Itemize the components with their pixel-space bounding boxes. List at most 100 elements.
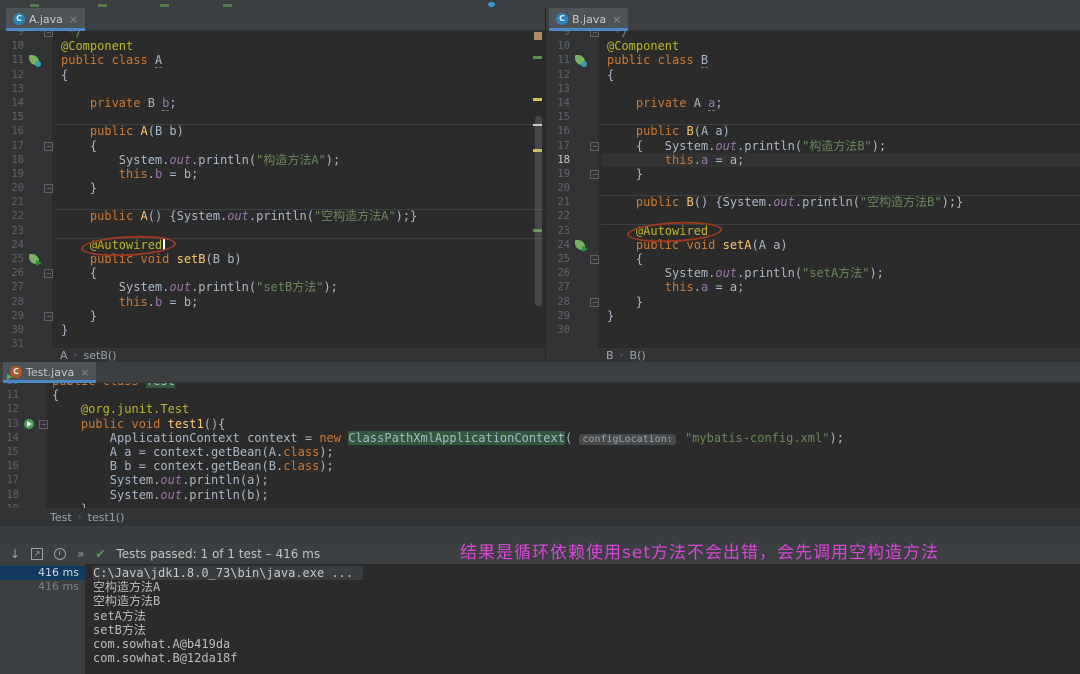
- tab-b-java[interactable]: B.java ×: [549, 8, 629, 31]
- scrollbar-thumb[interactable]: [535, 116, 542, 306]
- code-text[interactable]: public B() {System.out.println("空构造方法B")…: [601, 195, 1080, 209]
- code-text[interactable]: public A() {System.out.println("空构造方法A")…: [55, 209, 545, 223]
- breadcrumb-class[interactable]: Test: [50, 511, 72, 524]
- code-line[interactable]: 12 @org.junit.Test: [0, 402, 1080, 416]
- code-text[interactable]: private A a;: [601, 95, 1080, 111]
- code-text[interactable]: @Autowired: [601, 224, 1080, 238]
- code-line[interactable]: 31: [0, 337, 545, 348]
- more-icon[interactable]: »: [77, 548, 84, 560]
- stripe-marker[interactable]: [533, 98, 542, 101]
- code-line[interactable]: 17 {: [0, 139, 545, 153]
- code-line[interactable]: 13: [0, 82, 545, 96]
- code-line[interactable]: 11 {: [0, 388, 1080, 402]
- code-text[interactable]: [55, 195, 545, 209]
- code-line[interactable]: 10 @Component: [0, 39, 545, 53]
- code-text[interactable]: }: [601, 295, 1080, 309]
- code-line[interactable]: 20: [546, 181, 1080, 195]
- code-text[interactable]: public class B: [601, 53, 1080, 69]
- code-text[interactable]: public void test1(){: [46, 417, 1080, 431]
- close-tab-icon[interactable]: ×: [69, 13, 78, 26]
- code-line[interactable]: 9 */: [0, 31, 545, 39]
- code-line[interactable]: 25 {: [546, 252, 1080, 266]
- code-line[interactable]: 20 }: [0, 181, 545, 195]
- fold-marker-icon[interactable]: [44, 31, 53, 37]
- test-tree-row[interactable]: 416 ms: [0, 566, 85, 581]
- code-line[interactable]: 15 A a = context.getBean(A.class);: [0, 445, 1080, 459]
- code-line[interactable]: 27 System.out.println("setB方法");: [0, 280, 545, 294]
- stripe-marker[interactable]: [533, 56, 542, 59]
- code-text[interactable]: [55, 224, 545, 238]
- scrollbar-error-stripe[interactable]: [531, 31, 545, 348]
- tab-test-java[interactable]: Test.java ×: [3, 362, 97, 383]
- code-text[interactable]: public class A: [55, 53, 545, 69]
- code-line[interactable]: 18 System.out.println(b);: [0, 488, 1080, 502]
- code-line[interactable]: 16 B b = context.getBean(B.class);: [0, 459, 1080, 473]
- code-text[interactable]: @Autowired: [55, 238, 545, 252]
- code-line[interactable]: 25 public void setB(B b): [0, 252, 545, 266]
- code-line[interactable]: 30: [546, 323, 1080, 337]
- spring-bean-autowired-icon[interactable]: [575, 239, 588, 252]
- code-line[interactable]: 10 @Component: [546, 39, 1080, 53]
- code-text[interactable]: private B b;: [55, 95, 545, 111]
- code-line[interactable]: 19 this.b = b;: [0, 167, 545, 181]
- fold-marker-icon[interactable]: [44, 184, 53, 194]
- code-line[interactable]: 12 {: [546, 68, 1080, 82]
- code-text[interactable]: System.out.println("构造方法A");: [55, 153, 545, 167]
- code-line[interactable]: 21 public B() {System.out.println("空构造方法…: [546, 195, 1080, 209]
- code-line[interactable]: 22 public A() {System.out.println("空构造方法…: [0, 209, 545, 223]
- code-line[interactable]: 29}: [546, 309, 1080, 323]
- code-text[interactable]: this.b = b;: [55, 295, 545, 309]
- code-text[interactable]: }: [55, 309, 545, 323]
- code-line[interactable]: 18 System.out.println("构造方法A");: [0, 153, 545, 167]
- code-line[interactable]: 9 */: [546, 31, 1080, 39]
- code-line[interactable]: 22: [546, 209, 1080, 223]
- code-text[interactable]: System.out.println(b);: [46, 488, 1080, 502]
- code-editor-test[interactable]: 10public class Test11{12 @org.junit.Test…: [0, 383, 1080, 508]
- fold-marker-icon[interactable]: [590, 141, 599, 151]
- fold-marker-icon[interactable]: [44, 141, 53, 151]
- code-text[interactable]: @org.junit.Test: [46, 402, 1080, 416]
- code-text[interactable]: this.a = a;: [601, 280, 1080, 294]
- code-text[interactable]: @Component: [55, 39, 545, 53]
- code-line[interactable]: 15: [546, 110, 1080, 124]
- code-text[interactable]: [601, 209, 1080, 223]
- run-test-icon[interactable]: [24, 418, 34, 429]
- code-text[interactable]: @Component: [601, 39, 1080, 53]
- fold-marker-icon[interactable]: [590, 255, 599, 264]
- code-text[interactable]: }: [55, 181, 545, 195]
- code-text[interactable]: public A(B b): [55, 124, 545, 138]
- spring-bean-autowired-icon[interactable]: [29, 254, 42, 266]
- code-line[interactable]: 14 private B b;: [0, 95, 545, 111]
- spring-bean-icon[interactable]: [575, 55, 587, 68]
- code-text[interactable]: [601, 181, 1080, 195]
- code-line[interactable]: 14 ApplicationContext context = new Clas…: [0, 430, 1080, 445]
- fold-marker-icon[interactable]: [44, 311, 53, 321]
- code-text[interactable]: */: [55, 31, 545, 39]
- code-text[interactable]: {: [601, 68, 1080, 82]
- breadcrumb-member[interactable]: test1(): [88, 511, 125, 524]
- spring-bean-icon[interactable]: [29, 55, 41, 68]
- fold-marker-icon[interactable]: [590, 297, 599, 307]
- code-text[interactable]: A a = context.getBean(A.class);: [46, 445, 1080, 459]
- code-text[interactable]: this.b = b;: [55, 167, 545, 181]
- breadcrumb-class[interactable]: B: [606, 349, 614, 362]
- code-line[interactable]: 12 {: [0, 68, 545, 82]
- code-text[interactable]: [601, 110, 1080, 124]
- code-line[interactable]: 28 }: [546, 295, 1080, 309]
- fold-marker-icon[interactable]: [590, 169, 599, 179]
- code-text[interactable]: {: [55, 266, 545, 280]
- code-text[interactable]: B b = context.getBean(B.class);: [46, 459, 1080, 473]
- code-line[interactable]: 16 public A(B b): [0, 124, 545, 138]
- code-line[interactable]: 18 this.a = a;: [546, 152, 1080, 167]
- code-line[interactable]: 26 System.out.println("setA方法");: [546, 266, 1080, 280]
- code-text[interactable]: ApplicationContext context = new ClassPa…: [46, 430, 1080, 445]
- code-line[interactable]: 24 @Autowired: [0, 238, 545, 252]
- code-line[interactable]: 27 this.a = a;: [546, 280, 1080, 294]
- code-text[interactable]: }: [55, 323, 545, 337]
- code-text[interactable]: }: [601, 167, 1080, 181]
- code-line[interactable]: 11 public class B: [546, 53, 1080, 69]
- code-line[interactable]: 16 public B(A a): [546, 124, 1080, 138]
- code-text[interactable]: [55, 110, 545, 124]
- code-text[interactable]: public void setA(A a): [601, 238, 1080, 252]
- code-text[interactable]: public B(A a): [601, 124, 1080, 138]
